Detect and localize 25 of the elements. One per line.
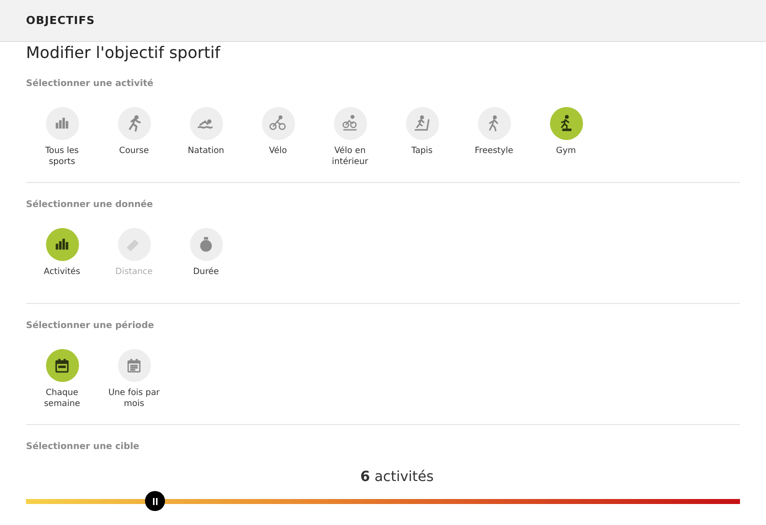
- option-label: Tous les sports: [44, 146, 80, 168]
- option-label: Chaque semaine: [42, 388, 82, 410]
- option-label: Freestyle: [474, 146, 514, 157]
- option-label: Distance: [114, 267, 154, 278]
- option-label: Vélo: [268, 146, 288, 157]
- option-label: Course: [118, 146, 150, 157]
- slider-thumb[interactable]: [144, 491, 165, 511]
- option-button[interactable]: [46, 349, 78, 382]
- section-label: Sélectionner une activité: [26, 78, 154, 89]
- option-label: Activités: [42, 267, 82, 278]
- option-label: Vélo en intérieur: [330, 146, 370, 168]
- header-title: OBJECTIFS: [26, 14, 95, 27]
- option-label: Gym: [555, 146, 577, 157]
- target-value: 6 activités: [359, 469, 435, 485]
- option-button[interactable]: [46, 228, 78, 261]
- option-button[interactable]: [550, 107, 582, 140]
- treadmill-icon: [412, 114, 432, 134]
- section-label: Sélectionner une période: [26, 320, 154, 331]
- section-label: Sélectionner une cible: [26, 440, 140, 452]
- option-label: Une fois par mois: [107, 388, 161, 410]
- option-label: Durée: [192, 267, 220, 278]
- section-label: Sélectionner une donnée: [26, 198, 153, 210]
- option-label: Natation: [186, 146, 226, 157]
- page-title: Modifier l'objectif sportif: [26, 42, 222, 62]
- option-label: Tapis: [410, 146, 434, 157]
